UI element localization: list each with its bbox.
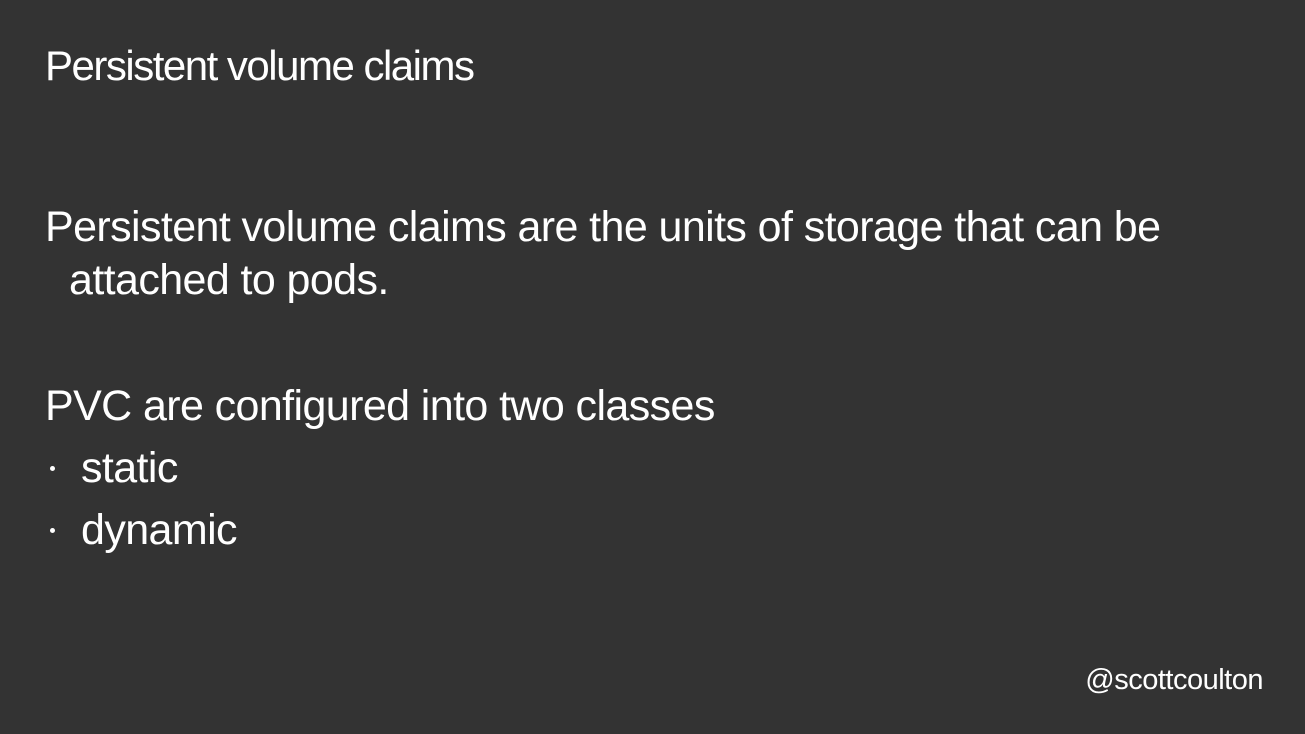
subheading: PVC are configured into two classes — [45, 382, 715, 430]
bullet-icon — [50, 528, 55, 533]
bullet-icon — [50, 466, 55, 471]
author-handle: @scottcoulton — [1085, 664, 1263, 696]
body-paragraph: Persistent volume claims are the units o… — [45, 203, 1161, 304]
slide: Persistent volume claims Persistent volu… — [0, 0, 1305, 734]
bullet-label: static — [81, 444, 178, 492]
bullet-label: dynamic — [81, 506, 238, 554]
slide-title: Persistent volume claims — [45, 42, 475, 89]
